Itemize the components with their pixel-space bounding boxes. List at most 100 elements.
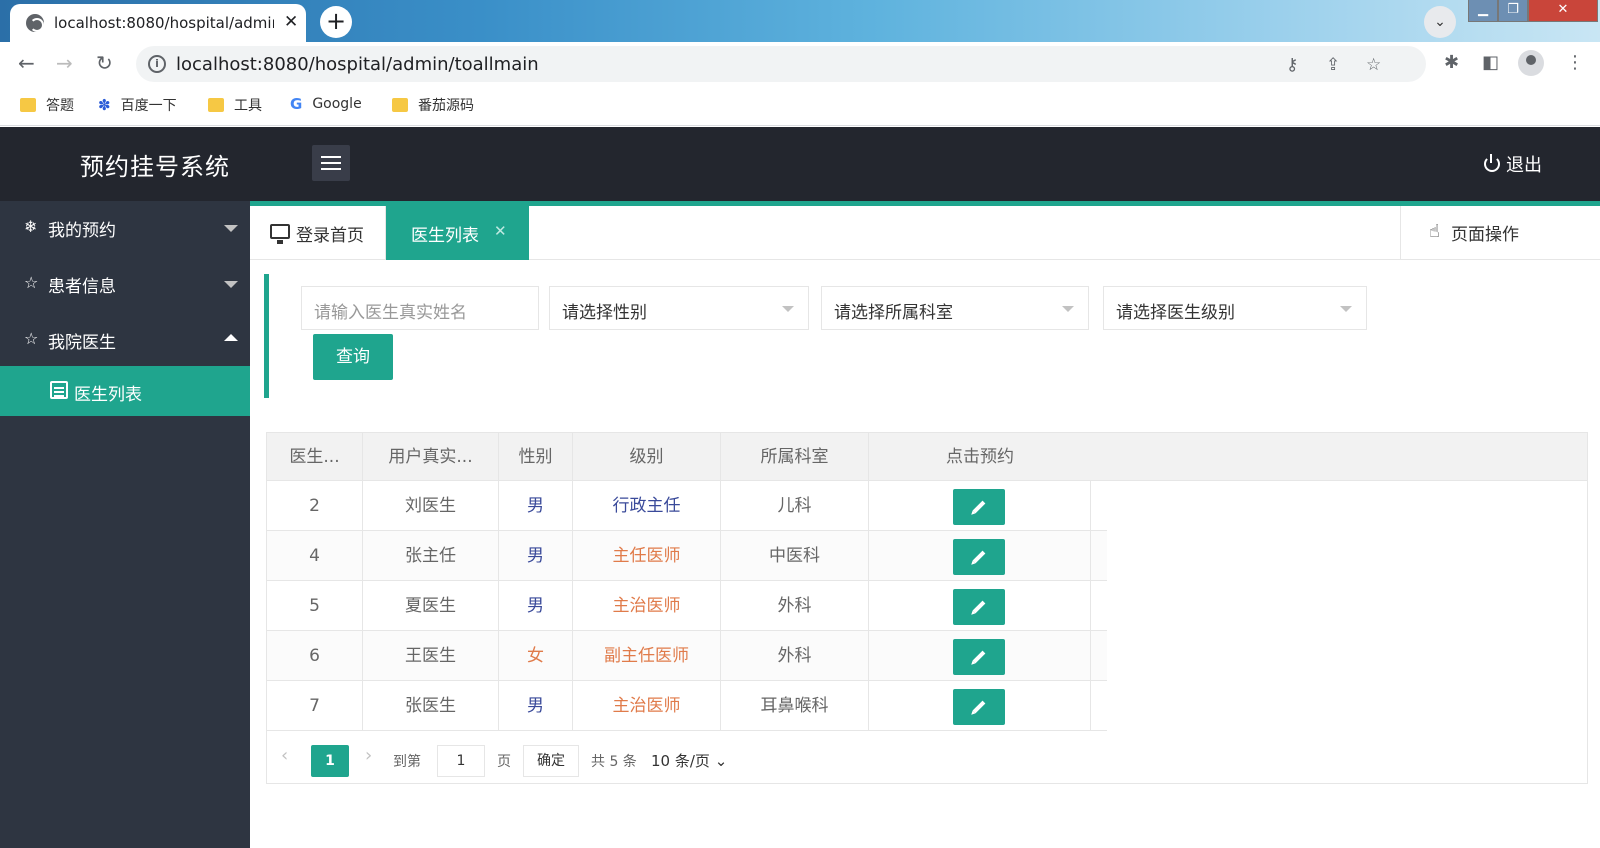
pencil-icon: [972, 500, 986, 514]
column-header[interactable]: 用户真实...: [363, 433, 499, 481]
sidebar-subitem-doctor-list[interactable]: 医生列表: [0, 366, 250, 416]
monitor-icon: [270, 224, 290, 244]
bookmark-star-icon[interactable]: ☆: [1366, 55, 1381, 75]
logout-button[interactable]: 退出: [1484, 151, 1542, 177]
department-cell: 耳鼻喉科: [721, 681, 869, 731]
chevron-right-icon[interactable]: ›: [365, 745, 372, 766]
side-panel-icon[interactable]: ◧: [1482, 52, 1499, 73]
browser-toolbar: ← → ↻ i localhost:8080/hospital/admin/to…: [0, 42, 1600, 84]
doctor-level-select-value: 请选择医生级别: [1116, 303, 1235, 323]
column-header[interactable]: 性别: [499, 433, 573, 481]
chevron-down-icon: [1062, 306, 1074, 312]
page-operations-button[interactable]: ☝ 页面操作: [1400, 206, 1600, 260]
pagination: ‹ 1 › 到第 1 页 确定 共 5 条 10 条/页 ⌄: [267, 731, 1067, 781]
query-button[interactable]: 查询: [313, 334, 393, 380]
pencil-icon: [972, 600, 986, 614]
address-bar[interactable]: i localhost:8080/hospital/admin/toallmai…: [136, 46, 1426, 82]
bookmark-item[interactable]: 答题: [20, 95, 74, 115]
sidebar-item-my-appointments[interactable]: ❄ 我的预约: [0, 201, 250, 257]
menu-toggle-button[interactable]: [312, 145, 350, 181]
list-icon: [50, 381, 68, 399]
sidebar-subitem-label: 医生列表: [74, 385, 142, 405]
hamburger-icon: [321, 156, 341, 158]
key-icon[interactable]: ⚷: [1286, 55, 1298, 75]
back-arrow-icon[interactable]: ←: [18, 51, 35, 75]
doctor-name-cell: 张医生: [363, 681, 499, 731]
profile-avatar-icon[interactable]: [1518, 50, 1544, 76]
action-cell: [869, 631, 1091, 681]
tab-search-button[interactable]: ⌄: [1424, 6, 1456, 38]
column-header[interactable]: 所属科室: [721, 433, 869, 481]
bookmark-item[interactable]: 番茄源码: [392, 95, 474, 115]
doctor-name-input[interactable]: 请输入医生真实姓名: [301, 286, 539, 330]
gender-cell: 男: [499, 681, 573, 731]
book-appointment-button[interactable]: [953, 689, 1005, 725]
folder-icon: [392, 98, 408, 112]
bookmark-label: 答题: [46, 98, 74, 114]
bookmark-item[interactable]: ✽ 百度一下: [98, 95, 177, 115]
chevron-left-icon[interactable]: ‹: [281, 745, 288, 766]
doctor-id-cell: 7: [267, 681, 363, 731]
doctor-id-cell: 2: [267, 481, 363, 531]
column-header[interactable]: 医生...: [267, 433, 363, 481]
book-appointment-button[interactable]: [953, 639, 1005, 675]
site-info-icon[interactable]: i: [148, 55, 166, 73]
level-cell: 主任医师: [573, 531, 721, 581]
action-cell: [869, 581, 1091, 631]
column-header[interactable]: 点击预约: [869, 433, 1091, 481]
doctor-name-cell: 刘医生: [363, 481, 499, 531]
doctor-name-cell: 夏医生: [363, 581, 499, 631]
book-appointment-button[interactable]: [953, 589, 1005, 625]
tab-doctor-list[interactable]: 医生列表 ✕: [386, 206, 529, 260]
tab-home[interactable]: 登录首页: [250, 206, 386, 260]
page-operations-label: 页面操作: [1451, 225, 1519, 245]
sidebar-item-label: 患者信息: [48, 277, 116, 297]
extensions-icon[interactable]: ✱: [1444, 52, 1459, 73]
address-url[interactable]: localhost:8080/hospital/admin/toallmain: [176, 54, 539, 75]
maximize-button[interactable]: ❐: [1498, 0, 1528, 22]
bookmark-item[interactable]: 工具: [208, 95, 262, 115]
new-tab-button[interactable]: +: [320, 6, 352, 38]
browser-menu-icon[interactable]: ⋮: [1566, 52, 1584, 73]
tab-home-label: 登录首页: [296, 226, 364, 246]
book-appointment-button[interactable]: [953, 539, 1005, 575]
gender-select-value: 请选择性别: [562, 303, 647, 323]
share-icon[interactable]: ⇪: [1326, 55, 1340, 75]
page-unit-label: 页: [497, 754, 511, 770]
forward-arrow-icon[interactable]: →: [56, 51, 73, 75]
gender-select[interactable]: 请选择性别: [549, 286, 809, 330]
page-number-input[interactable]: 1: [437, 745, 485, 777]
minimize-button[interactable]: ▁: [1468, 0, 1498, 22]
page-size-select[interactable]: 10 条/页 ⌄: [651, 745, 739, 777]
page-tabbar: 登录首页 医生列表 ✕ ☝ 页面操作: [250, 206, 1600, 260]
doctor-name-cell: 张主任: [363, 531, 499, 581]
book-appointment-button[interactable]: [953, 489, 1005, 525]
department-cell: 儿科: [721, 481, 869, 531]
doctor-id-cell: 5: [267, 581, 363, 631]
reload-icon[interactable]: ↻: [96, 51, 113, 75]
confirm-page-button[interactable]: 确定: [523, 745, 579, 777]
bookmark-item[interactable]: G Google: [290, 95, 362, 113]
column-header[interactable]: 级别: [573, 433, 721, 481]
department-select[interactable]: 请选择所属科室: [821, 286, 1089, 330]
level-cell: 主治医师: [573, 681, 721, 731]
gender-cell: 男: [499, 531, 573, 581]
browser-tab-title: localhost:8080/hospital/admin/toallmain: [54, 14, 274, 32]
gender-cell: 男: [499, 581, 573, 631]
power-icon: [1484, 154, 1500, 172]
sidebar-item-patient-info[interactable]: ☆ 患者信息: [0, 257, 250, 313]
filter-panel: 请输入医生真实姓名 请选择性别 请选择所属科室 请选择医生级别 查询: [264, 274, 1600, 398]
level-cell: 主治医师: [573, 581, 721, 631]
current-page-button[interactable]: 1: [311, 745, 349, 777]
close-icon[interactable]: ✕: [494, 222, 507, 240]
chevron-down-icon: [1340, 306, 1352, 312]
pencil-icon: [972, 700, 986, 714]
doctor-level-select[interactable]: 请选择医生级别: [1103, 286, 1367, 330]
browser-tab[interactable]: localhost:8080/hospital/admin/toallmain …: [10, 4, 306, 42]
window-close-button[interactable]: ✕: [1528, 0, 1598, 22]
close-tab-icon[interactable]: ✕: [284, 12, 298, 32]
table-row: 4 张主任 男 主任医师 中医科: [267, 531, 1107, 581]
sidebar-item-our-doctors[interactable]: ☆ 我院医生: [0, 313, 250, 369]
sidebar: ❄ 我的预约 ☆ 患者信息 ☆ 我院医生 医生列表: [0, 201, 250, 848]
table-row: 5 夏医生 男 主治医师 外科: [267, 581, 1107, 631]
